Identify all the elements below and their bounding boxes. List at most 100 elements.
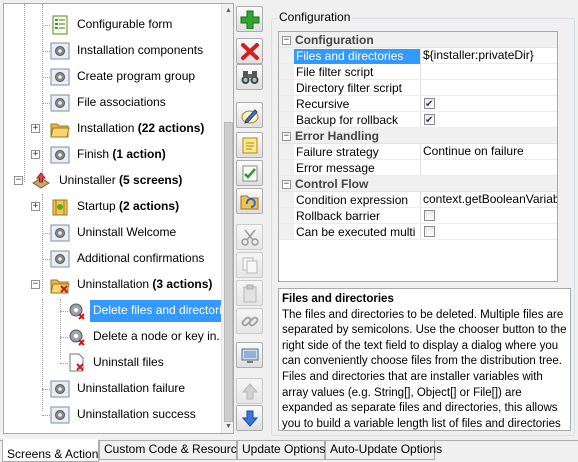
collapse-toggle[interactable]: −	[282, 132, 291, 141]
property-category-error-handling[interactable]: − Error Handling	[279, 128, 557, 144]
tree-scrollbar[interactable]: ▲ ▼	[221, 4, 233, 433]
backup-for-rollback-checkbox[interactable]	[424, 113, 435, 127]
row-gutter	[279, 64, 294, 79]
form-icon	[52, 15, 68, 35]
tree-item-uninstallation-success[interactable]: Uninstallation success	[4, 402, 222, 428]
property-row-file-filter-script[interactable]: File filter script	[279, 64, 557, 80]
tab-auto-update-options[interactable]: Auto-Update Options	[325, 441, 442, 460]
find-button[interactable]	[236, 64, 263, 90]
edit-icon	[241, 109, 259, 124]
tree-item-label: Uninstallation failure	[77, 381, 186, 395]
property-row-error-message[interactable]: Error message	[279, 160, 557, 176]
scroll-up-arrow-icon[interactable]: ▲	[222, 4, 233, 17]
property-value	[420, 208, 557, 223]
collapse-toggle[interactable]: −	[282, 180, 291, 189]
property-name: Files and directories	[294, 49, 420, 64]
link-button[interactable]	[236, 308, 263, 334]
move-up-button[interactable]	[236, 378, 263, 404]
screens-actions-tree[interactable]: Configurable form Installation component…	[3, 3, 234, 434]
tree-item-delete-files[interactable]: Delete files and directories	[4, 298, 222, 324]
tree-item-uninstall-files[interactable]: Uninstall files	[4, 350, 222, 376]
property-row-files-and-directories[interactable]: Files and directories ${installer:privat…	[279, 48, 557, 64]
tree-item-uninstallation[interactable]: − Uninstallation (3 actions)	[4, 272, 222, 298]
collapse-toggle[interactable]: −	[282, 36, 291, 45]
delete-button[interactable]	[236, 38, 263, 64]
property-name: File filter script	[296, 65, 374, 79]
property-row-rollback-barrier[interactable]: Rollback barrier	[279, 208, 557, 224]
tree-item-uninstall-welcome[interactable]: Uninstall Welcome	[4, 220, 222, 246]
tab-custom-code-resources[interactable]: Custom Code & Resources	[99, 441, 249, 460]
can-be-executed-multiple-checkbox[interactable]	[424, 226, 435, 237]
property-row-failure-strategy[interactable]: Failure strategy Continue on failure	[279, 144, 557, 160]
cut-button[interactable]	[236, 224, 263, 250]
check-button[interactable]	[236, 160, 263, 186]
expand-toggle[interactable]: +	[31, 202, 40, 211]
property-name: Error message	[296, 161, 375, 175]
property-grid-scrollbar[interactable]	[558, 31, 571, 282]
property-row-backup-for-rollback[interactable]: Backup for rollback	[279, 112, 557, 128]
tree-item-file-associations[interactable]: File associations	[4, 90, 222, 116]
tree-item-installation[interactable]: + Installation (22 actions)	[4, 116, 222, 142]
property-value-select[interactable]: Continue on failure	[420, 144, 557, 159]
property-row-recursive[interactable]: Recursive	[279, 96, 557, 112]
delete-icon	[241, 43, 259, 60]
collapse-toggle[interactable]: −	[14, 176, 23, 185]
note-button[interactable]	[236, 132, 263, 158]
folder-refresh-button[interactable]	[236, 188, 263, 214]
tree-item-create-program-group[interactable]: Create program group	[4, 64, 222, 90]
add-button[interactable]	[236, 6, 263, 32]
collapse-toggle[interactable]: −	[31, 280, 40, 289]
tab-update-options[interactable]: Update Options	[237, 441, 325, 460]
property-value-input[interactable]	[420, 160, 557, 175]
tree-item-finish[interactable]: + Finish (1 action)	[4, 142, 222, 168]
property-row-condition-expression[interactable]: Condition expression context.getBooleanV…	[279, 192, 557, 208]
tree-item-configurable-form[interactable]: Configurable form	[4, 12, 222, 38]
tree-item-delete-node[interactable]: Delete a node or key in...	[4, 324, 226, 350]
rename-button[interactable]	[236, 102, 263, 128]
tree-item-uninstallation-failure[interactable]: Uninstallation failure	[4, 376, 222, 402]
row-gutter	[279, 192, 294, 207]
paste-icon	[243, 284, 257, 303]
property-name: Can be executed multi...	[296, 225, 416, 239]
scrollbar-thumb[interactable]	[224, 122, 233, 422]
screen-button[interactable]	[236, 342, 263, 368]
rollback-barrier-checkbox[interactable]	[424, 210, 435, 221]
tree-connector	[42, 25, 50, 26]
property-category-configuration[interactable]: − Configuration	[279, 32, 557, 48]
expand-toggle[interactable]: +	[31, 124, 40, 133]
tree-connector	[42, 259, 50, 260]
property-row-can-be-executed-multiple[interactable]: Can be executed multi...	[279, 224, 557, 240]
property-grid[interactable]: − Configuration Files and directories ${…	[278, 31, 558, 282]
help-title: Files and directories	[282, 293, 394, 305]
tree-item-label: Installation components	[77, 43, 204, 57]
property-help-panel: Files and directories The files and dire…	[278, 288, 571, 431]
copy-icon	[242, 257, 258, 274]
tree-item-label: Create program group	[77, 69, 196, 83]
paste-button[interactable]	[236, 280, 263, 306]
tree-item-installation-components[interactable]: Installation components	[4, 38, 222, 64]
scroll-down-arrow-icon[interactable]: ▼	[222, 420, 233, 433]
tree-connector	[42, 77, 50, 78]
gear-screen-icon	[50, 94, 70, 112]
expand-toggle[interactable]: +	[31, 150, 40, 159]
add-icon	[240, 10, 260, 29]
property-row-directory-filter-script[interactable]: Directory filter script	[279, 80, 557, 96]
property-value-input[interactable]: ${installer:privateDir}	[420, 48, 557, 63]
link-icon	[241, 316, 259, 327]
copy-button[interactable]	[236, 252, 263, 278]
tree-item-additional-confirmations[interactable]: Additional confirmations	[4, 246, 222, 272]
screen-icon	[241, 348, 259, 363]
tree-item-label: Configurable form	[77, 17, 173, 31]
recursive-checkbox[interactable]	[424, 97, 435, 111]
property-value-input[interactable]	[420, 80, 557, 95]
property-category-control-flow[interactable]: − Control Flow	[279, 176, 557, 192]
property-value-input[interactable]: context.getBooleanVariable(	[420, 192, 557, 207]
category-label: Error Handling	[295, 129, 380, 143]
move-down-button[interactable]	[236, 405, 263, 431]
tree-item-uninstaller[interactable]: − Uninstaller (5 screens)	[4, 168, 222, 194]
configuration-group-title: Configuration	[277, 10, 353, 24]
tab-screens-actions[interactable]: Screens & Actions	[2, 439, 104, 462]
startup-icon	[52, 199, 68, 216]
property-value-input[interactable]	[420, 64, 557, 79]
tree-item-startup[interactable]: + Startup (2 actions)	[4, 194, 222, 220]
